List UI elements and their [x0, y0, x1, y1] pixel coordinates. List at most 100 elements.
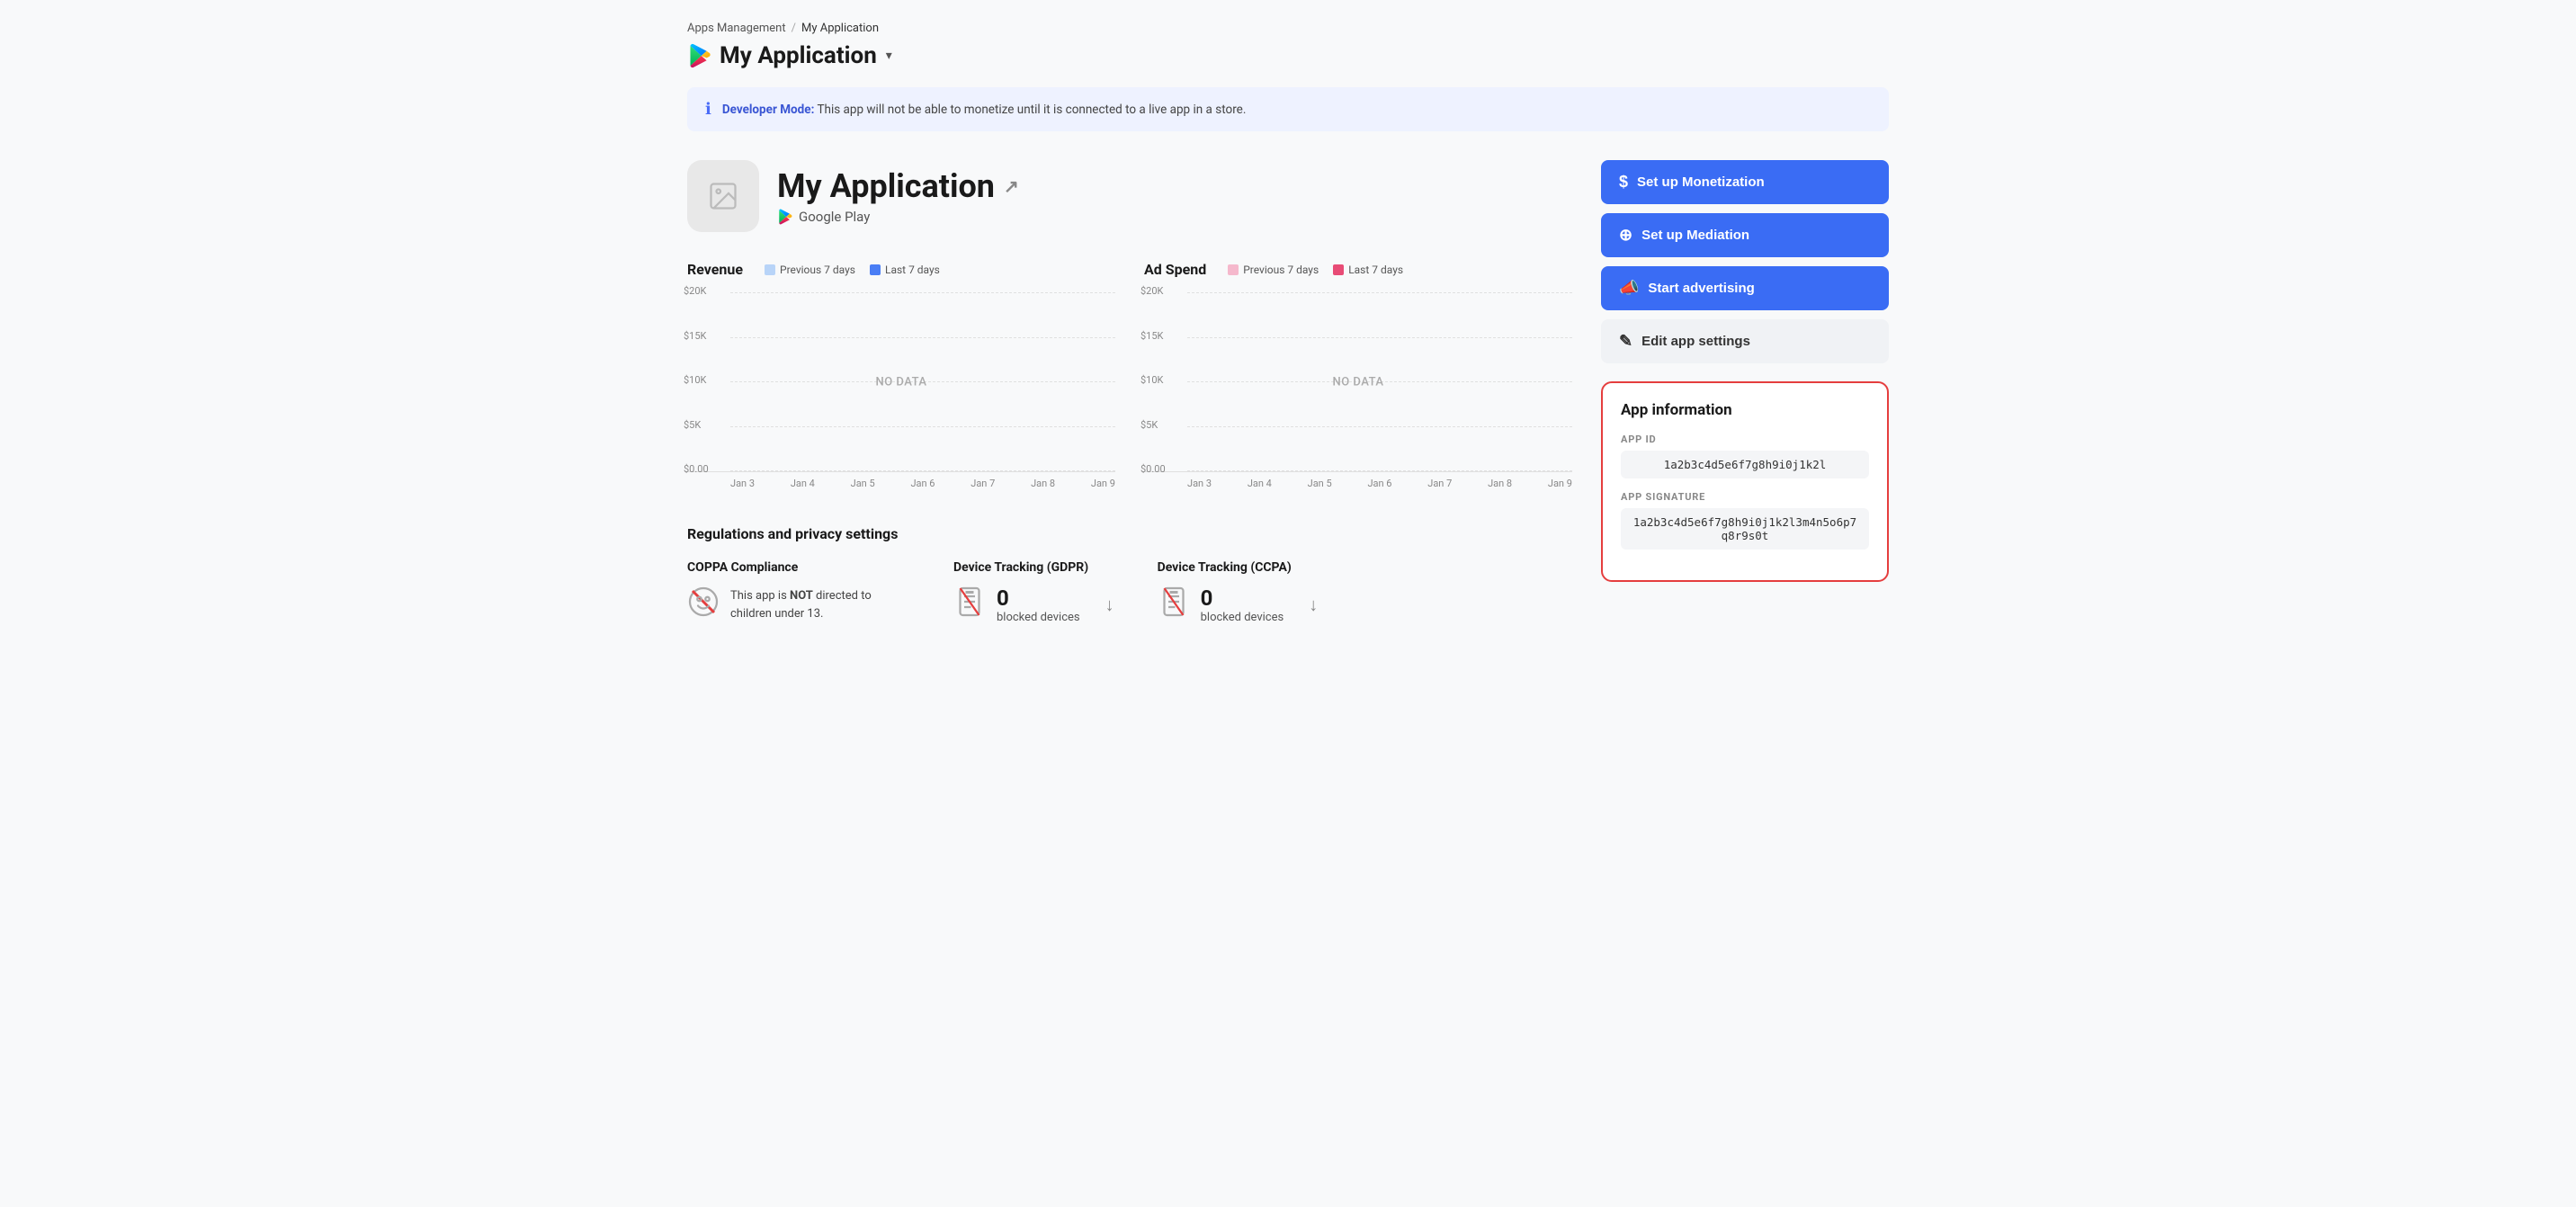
adspend-no-data: NO DATA: [1332, 375, 1383, 389]
revenue-x-axis: Jan 3 Jan 4 Jan 5 Jan 6 Jan 7 Jan 8 Jan …: [687, 472, 1115, 489]
app-icon-box: [687, 160, 759, 232]
app-display-card: My Application ↗: [687, 160, 1572, 232]
grid-line: $5K: [1187, 426, 1572, 427]
google-play-icon: [687, 43, 712, 68]
monetization-icon: $: [1619, 173, 1628, 192]
adspend-chart-header: Ad Spend Previous 7 days Last 7 days: [1144, 261, 1572, 278]
app-header: My Application ▾: [687, 42, 1889, 69]
main-layout: My Application ↗: [687, 160, 1889, 624]
advertising-icon: 📣: [1619, 279, 1639, 298]
edit-label: Edit app settings: [1641, 334, 1750, 349]
edit-icon: ✎: [1619, 332, 1632, 351]
regulations-section: Regulations and privacy settings COPPA C…: [687, 525, 1572, 624]
grid-line: $20K: [1187, 292, 1572, 293]
revenue-no-data: NO DATA: [875, 375, 926, 389]
grid-line: $0.00: [1187, 470, 1572, 471]
gdpr-content: 0 blocked devices ↓: [953, 586, 1114, 624]
grid-line: $15K: [730, 337, 1115, 338]
ccpa-content: 0 blocked devices ↓: [1158, 586, 1319, 624]
coppa-desc: This app is NOT directed to children und…: [730, 587, 910, 622]
app-id-label: APP ID: [1621, 434, 1869, 445]
developer-mode-banner: ℹ Developer Mode: This app will not be a…: [687, 87, 1889, 131]
breadcrumb-current: My Application: [801, 22, 879, 35]
gdpr-icon: [953, 586, 986, 624]
set-up-monetization-button[interactable]: $ Set up Monetization: [1601, 160, 1889, 204]
app-signature-field: APP SIGNATURE 1a2b3c4d5e6f7g8h9i0j1k2l3m…: [1621, 491, 1869, 550]
revenue-chart-area: $20K $15K $10K $5K $0.00 NO DATA: [687, 292, 1115, 472]
coppa-icon: [687, 586, 720, 624]
last-spend-dot: [1333, 264, 1344, 275]
ccpa-card: Device Tracking (CCPA): [1158, 560, 1319, 624]
app-name-block: My Application ↗: [777, 167, 1019, 225]
title-dropdown-arrow[interactable]: ▾: [886, 49, 892, 63]
revenue-prev-label: Previous 7 days: [780, 264, 855, 276]
google-play-small-icon: [777, 209, 793, 225]
grid-line: $15K: [1187, 337, 1572, 338]
app-sig-label: APP SIGNATURE: [1621, 491, 1869, 503]
adspend-chart-title: Ad Spend: [1144, 261, 1206, 278]
ccpa-count: 0: [1201, 586, 1284, 611]
regulations-title: Regulations and privacy settings: [687, 525, 1572, 542]
adspend-legend-prev: Previous 7 days: [1228, 264, 1319, 276]
mediation-label: Set up Mediation: [1641, 228, 1749, 243]
breadcrumb: Apps Management / My Application: [687, 22, 1889, 35]
right-column: $ Set up Monetization ⊕ Set up Mediation…: [1601, 160, 1889, 624]
mediation-icon: ⊕: [1619, 226, 1632, 245]
revenue-chart: Revenue Previous 7 days Last 7 days $20K: [687, 261, 1115, 489]
revenue-legend-last: Last 7 days: [870, 264, 940, 276]
image-placeholder-icon: [707, 180, 739, 212]
app-platform: Google Play: [777, 209, 1019, 225]
grid-line: $20K: [730, 292, 1115, 293]
adspend-chart-area: $20K $15K $10K $5K $0.00 NO DATA: [1144, 292, 1572, 472]
ccpa-icon: [1158, 586, 1190, 624]
external-link-icon[interactable]: ↗: [1004, 175, 1019, 197]
app-information-panel: App information APP ID 1a2b3c4d5e6f7g8h9…: [1601, 381, 1889, 582]
ccpa-download-icon[interactable]: ↓: [1309, 594, 1318, 616]
info-icon: ℹ: [705, 100, 711, 119]
ccpa-label: blocked devices: [1201, 611, 1284, 624]
app-sig-value: 1a2b3c4d5e6f7g8h9i0j1k2l3m4n5o6p7q8r9s0t: [1621, 508, 1869, 550]
breadcrumb-parent[interactable]: Apps Management: [687, 22, 786, 35]
gdpr-blocked: 0 blocked devices: [997, 586, 1080, 624]
adspend-chart: Ad Spend Previous 7 days Last 7 days $20…: [1144, 261, 1572, 489]
adspend-last-label: Last 7 days: [1348, 264, 1403, 276]
gdpr-download-icon[interactable]: ↓: [1105, 594, 1114, 616]
last-revenue-dot: [870, 264, 881, 275]
app-name-display: My Application ↗: [777, 167, 1019, 205]
advertising-label: Start advertising: [1648, 281, 1754, 296]
coppa-title: COPPA Compliance: [687, 560, 910, 575]
breadcrumb-separator: /: [792, 22, 796, 35]
left-column: My Application ↗: [687, 160, 1572, 624]
ccpa-blocked: 0 blocked devices: [1201, 586, 1284, 624]
app-id-field: APP ID 1a2b3c4d5e6f7g8h9i0j1k2l: [1621, 434, 1869, 478]
edit-app-settings-button[interactable]: ✎ Edit app settings: [1601, 319, 1889, 363]
charts-row: Revenue Previous 7 days Last 7 days $20K: [687, 261, 1572, 489]
revenue-legend-prev: Previous 7 days: [765, 264, 855, 276]
app-title: My Application: [720, 42, 877, 69]
set-up-mediation-button[interactable]: ⊕ Set up Mediation: [1601, 213, 1889, 257]
platform-label: Google Play: [799, 209, 870, 225]
coppa-content: This app is NOT directed to children und…: [687, 586, 910, 624]
revenue-last-label: Last 7 days: [885, 264, 940, 276]
gdpr-title: Device Tracking (GDPR): [953, 560, 1114, 575]
revenue-chart-title: Revenue: [687, 261, 743, 278]
ccpa-title: Device Tracking (CCPA): [1158, 560, 1319, 575]
adspend-x-axis: Jan 3 Jan 4 Jan 5 Jan 6 Jan 7 Jan 8 Jan …: [1144, 472, 1572, 489]
regulations-cards: COPPA Compliance: [687, 560, 1572, 624]
coppa-card: COPPA Compliance: [687, 560, 910, 624]
revenue-chart-header: Revenue Previous 7 days Last 7 days: [687, 261, 1115, 278]
start-advertising-button[interactable]: 📣 Start advertising: [1601, 266, 1889, 310]
monetization-label: Set up Monetization: [1637, 174, 1765, 190]
prev-spend-dot: [1228, 264, 1239, 275]
adspend-prev-label: Previous 7 days: [1243, 264, 1319, 276]
adspend-legend-last: Last 7 days: [1333, 264, 1403, 276]
grid-line: $0.00: [730, 470, 1115, 471]
gdpr-label: blocked devices: [997, 611, 1080, 624]
gdpr-card: Device Tracking (GDPR): [953, 560, 1114, 624]
app-display-name: My Application: [777, 167, 995, 205]
grid-line: $5K: [730, 426, 1115, 427]
action-buttons: $ Set up Monetization ⊕ Set up Mediation…: [1601, 160, 1889, 363]
prev-revenue-dot: [765, 264, 775, 275]
app-id-value: 1a2b3c4d5e6f7g8h9i0j1k2l: [1621, 451, 1869, 478]
gdpr-count: 0: [997, 586, 1080, 611]
